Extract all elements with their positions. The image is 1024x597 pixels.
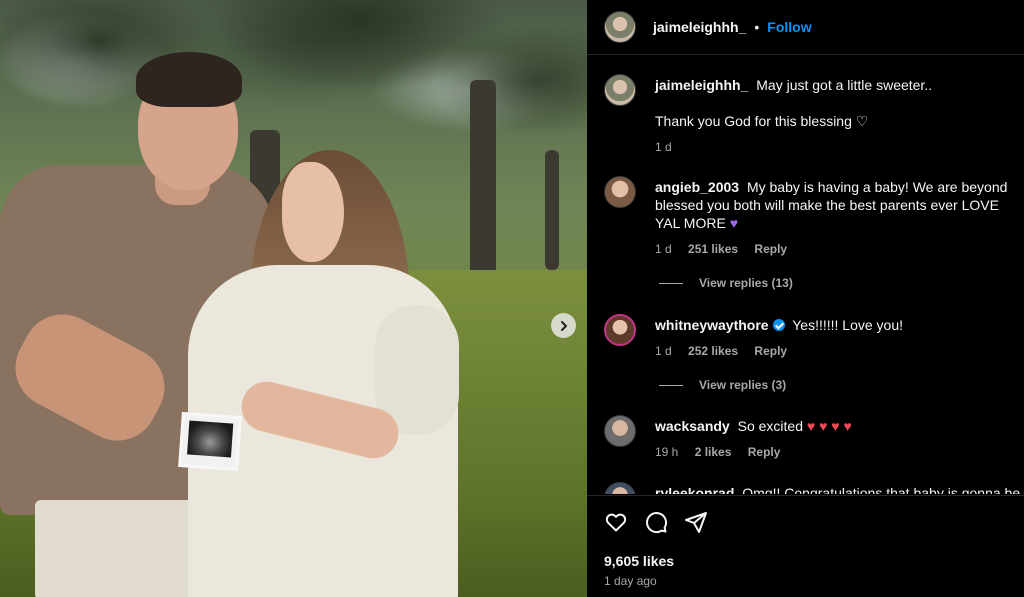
photo-man-hair [136, 52, 242, 107]
view-replies-label: View replies (3) [699, 378, 787, 392]
avatar[interactable] [604, 314, 636, 346]
comment-age: 1 d [655, 242, 672, 256]
caption-text-line2: Thank you God for this blessing [655, 113, 852, 129]
comment-username[interactable]: ryleekonrad [655, 485, 734, 494]
post-actions: 9,605 likes 1 day ago [587, 495, 1024, 597]
like-count[interactable]: 9,605 likes [604, 553, 674, 569]
view-replies-button[interactable]: View replies (13) [659, 276, 793, 290]
comment-age: 19 h [655, 445, 679, 459]
heart-icon[interactable] [604, 510, 628, 534]
share-icon[interactable] [684, 510, 708, 534]
reply-button[interactable]: Reply [754, 344, 787, 358]
follow-button[interactable]: Follow [767, 19, 811, 35]
comment-text: Omg!! Congratulations that baby is gonna… [742, 485, 1021, 494]
next-photo-button[interactable] [551, 313, 576, 338]
comment-text: Yes!!!!!! Love you! [792, 317, 904, 333]
purple-heart-emoji: ♥ [729, 215, 738, 231]
comment-likes[interactable]: 252 likes [688, 344, 738, 358]
photo-tree-trunk [545, 150, 559, 270]
comment-likes[interactable]: 251 likes [688, 242, 738, 256]
photo-woman-face [282, 162, 344, 262]
post-header: jaimeleighhh_ • Follow [587, 0, 1024, 55]
divider [659, 282, 683, 284]
comment-username[interactable]: wacksandy [655, 418, 730, 434]
comment-username[interactable]: whitneywaythore [655, 317, 769, 333]
avatar[interactable] [604, 415, 636, 447]
reply-button[interactable]: Reply [754, 242, 787, 256]
avatar[interactable] [604, 74, 636, 106]
reply-button[interactable]: Reply [748, 445, 781, 459]
photo-tree-trunk [470, 80, 496, 290]
comment-age: 1 d [655, 344, 672, 358]
divider [659, 384, 683, 386]
avatar[interactable] [604, 482, 636, 494]
ultrasound-photo [178, 411, 242, 472]
white-heart-emoji: ♡ [855, 113, 869, 129]
comment-text: So excited [737, 418, 803, 434]
comment-likes[interactable]: 2 likes [695, 445, 732, 459]
caption-age: 1 d [655, 140, 672, 154]
view-replies-button[interactable]: View replies (3) [659, 378, 786, 392]
comment-icon[interactable] [644, 510, 668, 534]
chevron-right-icon [560, 320, 567, 331]
post-author-username[interactable]: jaimeleighhh_ [653, 19, 746, 35]
comment-list[interactable]: jaimeleighhh_ May just got a little swee… [587, 56, 1024, 494]
caption-username[interactable]: jaimeleighhh_ [655, 77, 748, 93]
comments-panel: jaimeleighhh_ • Follow jaimeleighhh_ May… [587, 0, 1024, 597]
separator-dot: • [754, 19, 760, 35]
photo-tree-canopy [0, 0, 587, 180]
avatar[interactable] [604, 176, 636, 208]
view-replies-label: View replies (13) [699, 276, 793, 290]
red-heart-emoji: ♥ ♥ ♥ ♥ [806, 418, 852, 434]
caption-text-line1: May just got a little sweeter.. [756, 77, 933, 93]
verified-icon [772, 319, 785, 331]
photo-man-pants [35, 500, 210, 597]
avatar[interactable] [604, 11, 636, 43]
comment-username[interactable]: angieb_2003 [655, 179, 739, 195]
post-timestamp: 1 day ago [604, 574, 657, 588]
post-photo [0, 0, 587, 597]
